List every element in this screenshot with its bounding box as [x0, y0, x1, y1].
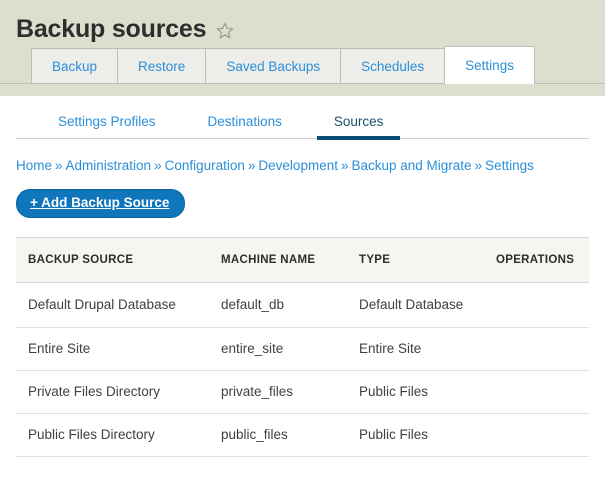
column-header-type: TYPE [347, 237, 484, 283]
backup-sources-table: BACKUP SOURCE MACHINE NAME TYPE OPERATIO… [16, 237, 589, 457]
cell-type: Default Database [347, 282, 484, 328]
tab-saved-backups[interactable]: Saved Backups [205, 48, 342, 84]
cell-operations [484, 370, 589, 414]
sources-table-wrapper: BACKUP SOURCE MACHINE NAME TYPE OPERATIO… [0, 218, 605, 457]
cell-backup-source: Entire Site [16, 327, 209, 371]
breadcrumb-separator: » [340, 158, 349, 173]
cell-machine-name: public_files [209, 413, 347, 457]
table-header-row: BACKUP SOURCE MACHINE NAME TYPE OPERATIO… [16, 237, 589, 283]
breadcrumb-separator: » [247, 158, 256, 173]
table-body: Default Drupal Database default_db Defau… [16, 282, 589, 457]
page-title: Backup sources [16, 15, 207, 43]
tab-settings[interactable]: Settings [444, 46, 535, 84]
cell-type: Public Files [347, 413, 484, 457]
breadcrumb: Home» Administration» Configuration» Develo… [0, 139, 605, 175]
tab-backup[interactable]: Backup [31, 48, 119, 84]
tab-schedules[interactable]: Schedules [340, 48, 446, 84]
cell-backup-source: Default Drupal Database [16, 282, 209, 328]
add-backup-source-button[interactable]: + Add Backup Source [16, 189, 186, 218]
cell-operations [484, 327, 589, 371]
action-bar: + Add Backup Source [0, 175, 605, 218]
subtab-destinations[interactable]: Destinations [182, 113, 308, 138]
table-row: Private Files Directory private_files Pu… [16, 370, 589, 414]
cell-machine-name: entire_site [209, 327, 347, 371]
cell-type: Public Files [347, 370, 484, 414]
column-header-machine-name: MACHINE NAME [209, 237, 347, 283]
cell-backup-source: Private Files Directory [16, 370, 209, 414]
content-area: Settings Profiles Destinations Sources H… [0, 96, 605, 457]
primary-tab-bar: Backup Restore Saved Backups Schedules S… [0, 46, 605, 84]
cell-operations [484, 282, 589, 328]
page-header: Backup sources Backup Restore Saved Back… [0, 0, 605, 96]
column-header-operations: OPERATIONS [484, 237, 589, 283]
breadcrumb-item-home[interactable]: Home [16, 158, 52, 173]
table-row: Public Files Directory public_files Publ… [16, 413, 589, 457]
breadcrumb-separator: » [154, 158, 162, 173]
star-outline-icon[interactable] [215, 21, 235, 41]
breadcrumb-item-configuration[interactable]: Configuration [165, 158, 245, 173]
subtab-settings-profiles[interactable]: Settings Profiles [32, 113, 182, 138]
breadcrumb-item-development[interactable]: Development [258, 158, 338, 173]
breadcrumb-item-backup-and-migrate[interactable]: Backup and Migrate [351, 158, 471, 173]
cell-operations [484, 413, 589, 457]
column-header-backup-source: BACKUP SOURCE [16, 237, 209, 283]
subtab-sources[interactable]: Sources [308, 113, 410, 140]
cell-type: Entire Site [347, 327, 484, 371]
tab-restore[interactable]: Restore [117, 48, 207, 84]
table-header: BACKUP SOURCE MACHINE NAME TYPE OPERATIO… [16, 237, 589, 283]
table-row: Entire Site entire_site Entire Site [16, 327, 589, 371]
breadcrumb-item-administration[interactable]: Administration [66, 158, 152, 173]
breadcrumb-separator: » [474, 158, 483, 173]
breadcrumb-item-settings[interactable]: Settings [485, 158, 534, 173]
cell-backup-source: Public Files Directory [16, 413, 209, 457]
breadcrumb-separator: » [55, 158, 63, 173]
title-row: Backup sources [0, 0, 605, 46]
table-row: Default Drupal Database default_db Defau… [16, 282, 589, 328]
secondary-tab-bar: Settings Profiles Destinations Sources [16, 96, 589, 140]
cell-machine-name: private_files [209, 370, 347, 414]
cell-machine-name: default_db [209, 282, 347, 328]
